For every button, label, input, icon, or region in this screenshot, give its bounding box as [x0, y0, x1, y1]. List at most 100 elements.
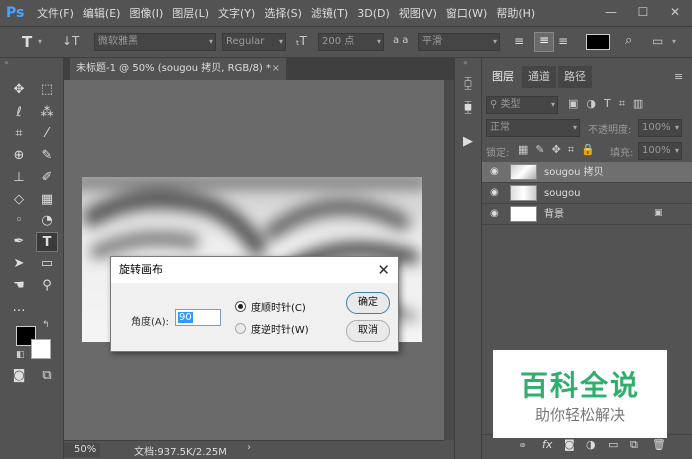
type-tool-icon[interactable]: T	[36, 232, 58, 252]
hand-tool-icon[interactable]: ☚	[8, 276, 30, 296]
font-size-select[interactable]: 200 点 ▾	[318, 33, 384, 51]
text-color-swatch[interactable]	[586, 34, 610, 50]
rectangle-tool-icon[interactable]: ▭	[36, 254, 58, 274]
tab-layers[interactable]: 图层	[486, 66, 520, 88]
menu-help[interactable]: 帮助(H)	[496, 5, 535, 21]
path-select-icon[interactable]: ➤	[8, 254, 30, 274]
menu-image[interactable]: 图像(I)	[129, 5, 163, 21]
panels-icon[interactable]: ▭	[652, 34, 663, 48]
chevron-down-icon[interactable]: ▾	[672, 37, 676, 46]
close-window-button[interactable]: ✕	[664, 4, 686, 20]
menu-edit[interactable]: 编辑(E)	[83, 5, 121, 21]
minimize-button[interactable]: —	[600, 4, 622, 20]
layer-row[interactable]: ◉ sougou	[482, 183, 692, 204]
document-tab[interactable]: 未标题-1 @ 50% (sougou 拷贝, RGB/8) * ×	[70, 58, 286, 80]
layer-filter-select[interactable]: ⚲ 类型 ▾	[486, 96, 558, 114]
menu-file[interactable]: 文件(F)	[37, 5, 74, 21]
trash-icon[interactable]: 🗑	[652, 438, 666, 451]
eyedropper-icon[interactable]: ⁄	[36, 124, 58, 144]
angle-input[interactable]: 90	[175, 309, 221, 326]
marquee-tool-icon[interactable]: ⬚	[36, 80, 58, 100]
menu-select[interactable]: 选择(S)	[264, 5, 302, 21]
history-brush-icon[interactable]: ✐	[36, 168, 58, 188]
move-tool-icon[interactable]: ✥	[8, 80, 30, 100]
zoom-level[interactable]: 50%	[64, 443, 100, 457]
menu-window[interactable]: 窗口(W)	[446, 5, 487, 21]
clockwise-radio[interactable]	[235, 301, 246, 312]
magic-wand-icon[interactable]: ⁂	[36, 103, 58, 123]
adjustment-icon[interactable]: ◑	[586, 438, 596, 451]
anti-alias-select[interactable]: 平滑 ▾	[418, 33, 500, 51]
panel-menu-icon[interactable]: ≡	[674, 70, 683, 83]
new-layer-icon[interactable]: ⧉	[630, 438, 638, 452]
default-colors-icon[interactable]: ◧	[16, 350, 25, 360]
visibility-eye-icon[interactable]: ◉	[490, 166, 502, 178]
collapsed-panels: « ⧮ ⧯ ▶	[454, 58, 482, 459]
quick-mask-icon[interactable]: ◙	[8, 366, 30, 386]
tab-channels[interactable]: 通道	[522, 66, 556, 88]
fx-icon[interactable]: fx	[542, 438, 552, 451]
vertical-scrollbar[interactable]	[444, 80, 454, 440]
warp-text-icon[interactable]: ⌕	[625, 33, 632, 48]
type-tool-icon[interactable]: T	[22, 33, 32, 51]
layer-thumbnail	[510, 206, 537, 222]
properties-panel-icon[interactable]: ⧯	[457, 98, 479, 118]
pen-tool-icon[interactable]: ✒	[8, 232, 30, 252]
fill-input[interactable]: 100% ▾	[638, 142, 682, 160]
font-style-select[interactable]: Regular ▾	[222, 33, 286, 51]
clockwise-label[interactable]: 度顺时针(C)	[251, 299, 306, 314]
crop-tool-icon[interactable]: ⌗	[8, 124, 30, 144]
menu-filter[interactable]: 滤镜(T)	[311, 5, 348, 21]
menu-view[interactable]: 视图(V)	[399, 5, 437, 21]
lasso-tool-icon[interactable]: ℓ	[8, 103, 30, 123]
eraser-tool-icon[interactable]: ◇	[8, 190, 30, 210]
visibility-eye-icon[interactable]: ◉	[490, 208, 502, 220]
chevron-down-icon: ▾	[376, 37, 381, 46]
layer-row[interactable]: ◉ sougou 拷贝	[482, 162, 692, 183]
screen-mode-icon[interactable]: ⧉	[36, 366, 58, 386]
group-icon[interactable]: ▭	[608, 438, 618, 451]
play-actions-icon[interactable]: ▶	[457, 132, 479, 152]
visibility-eye-icon[interactable]: ◉	[490, 187, 502, 199]
document-size: 文档:937.5K/2.25M	[134, 447, 227, 458]
history-panel-icon[interactable]: ⧮	[457, 74, 479, 94]
ok-button[interactable]: 确定	[346, 292, 390, 314]
brush-tool-icon[interactable]: ✎	[36, 146, 58, 166]
menu-layer[interactable]: 图层(L)	[172, 5, 209, 21]
maximize-button[interactable]: ☐	[632, 4, 654, 20]
chevron-down-icon[interactable]: ▾	[38, 37, 42, 46]
menu-3d[interactable]: 3D(D)	[357, 7, 390, 20]
mask-icon[interactable]: ◙	[564, 438, 575, 451]
chevron-right-icon[interactable]: ›	[247, 442, 251, 453]
blend-mode-select[interactable]: 正常 ▾	[486, 119, 580, 137]
align-right-icon[interactable]: ≡	[558, 34, 576, 52]
link-icon[interactable]: ⚭	[518, 439, 527, 452]
counterclockwise-label[interactable]: 度逆时针(W)	[251, 321, 309, 336]
tab-paths[interactable]: 路径	[558, 66, 592, 88]
opacity-input[interactable]: 100% ▾	[638, 119, 682, 137]
collapse-icon[interactable]: »	[4, 58, 9, 67]
swap-colors-icon[interactable]: ↰	[42, 320, 50, 330]
filter-icons[interactable]: ▣◑T⌗▥	[568, 97, 651, 111]
text-orientation-icon[interactable]: ↓T	[62, 34, 79, 48]
close-icon[interactable]: ✕	[377, 257, 390, 283]
rotate-canvas-dialog: 旋转画布 ✕ 角度(A): 90 度顺时针(C) 度逆时针(W) 确定 取消	[110, 256, 399, 352]
blur-tool-icon[interactable]: ◦	[8, 211, 30, 231]
zoom-tool-icon[interactable]: ⚲	[36, 276, 58, 296]
collapse-icon[interactable]: «	[463, 58, 468, 67]
lock-icons[interactable]: ▦✎✥⌗🔒	[518, 143, 602, 157]
layer-row[interactable]: ◉ 背景 ▣	[482, 204, 692, 225]
gradient-tool-icon[interactable]: ▦	[36, 190, 58, 210]
cancel-button[interactable]: 取消	[346, 320, 390, 342]
stamp-tool-icon[interactable]: ⊥	[8, 168, 30, 188]
more-tools-icon[interactable]: …	[8, 298, 30, 318]
align-center-icon[interactable]: ≡	[534, 32, 554, 52]
align-left-icon[interactable]: ≡	[514, 34, 532, 52]
background-color-swatch[interactable]	[31, 339, 51, 359]
close-icon[interactable]: ×	[272, 58, 280, 80]
counterclockwise-radio[interactable]	[235, 323, 246, 334]
dodge-tool-icon[interactable]: ◔	[36, 211, 58, 231]
menu-type[interactable]: 文字(Y)	[218, 5, 255, 21]
font-family-select[interactable]: 微软雅黑 ▾	[94, 33, 216, 51]
healing-brush-icon[interactable]: ⊕	[8, 146, 30, 166]
